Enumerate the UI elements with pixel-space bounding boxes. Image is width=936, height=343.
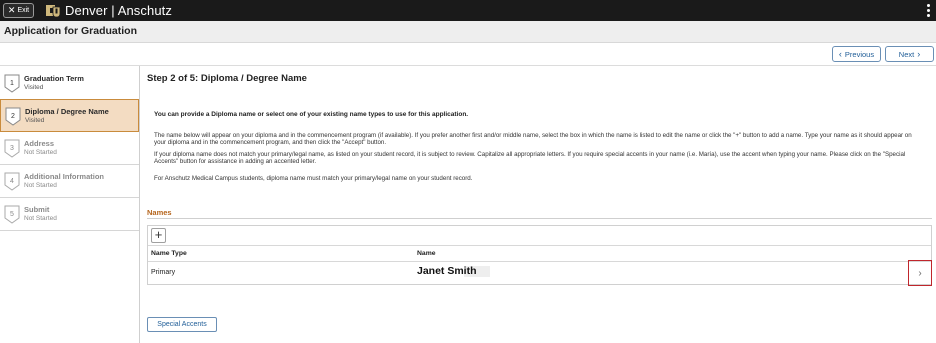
step-submit: 5 Submit Not Started <box>0 198 139 231</box>
step-status: Not Started <box>24 149 57 156</box>
step-title: Graduation Term <box>24 74 84 83</box>
exit-label: Exit <box>17 7 30 14</box>
step-title: Additional Information <box>24 172 104 181</box>
step-heading: Step 2 of 5: Diploma / Degree Name <box>147 73 307 84</box>
kebab-menu-icon[interactable] <box>926 4 930 17</box>
divider <box>148 261 931 262</box>
previous-label: Previous <box>844 49 875 59</box>
close-icon: ✕ <box>7 5 16 15</box>
svg-text:2: 2 <box>11 113 15 120</box>
step-status: Visited <box>25 117 45 124</box>
divider <box>0 65 936 66</box>
names-section-label: Names <box>147 208 172 217</box>
exit-button[interactable]: ✕ Exit <box>3 3 34 18</box>
instruction-paragraph: If your diploma name does not match your… <box>154 151 906 166</box>
brand-name: Denver | Anschutz <box>65 3 172 18</box>
instruction-paragraph: For Anschutz Medical Campus students, di… <box>154 175 473 182</box>
step-diploma-degree-name[interactable]: 2 Diploma / Degree Name Visited <box>0 99 139 132</box>
next-button[interactable]: Next › <box>885 46 934 62</box>
row-detail-button[interactable]: › <box>908 260 932 286</box>
names-table: + Name Type Name Primary Janet Smith › <box>147 225 932 286</box>
cell-name-type[interactable]: Primary <box>151 269 175 276</box>
step-status: Not Started <box>24 215 57 222</box>
step-list: 1 Graduation Term Visited 2 Diploma / De… <box>0 66 140 343</box>
column-header-name: Name <box>417 250 436 257</box>
chevron-right-icon: › <box>918 267 922 279</box>
chevron-left-icon: ‹ <box>838 48 842 59</box>
intro-text: You can provide a Diploma name or select… <box>154 111 469 118</box>
page-title: Application for Graduation <box>4 25 137 37</box>
step-status: Visited <box>24 84 44 91</box>
step-number-badge-icon: 3 <box>4 139 20 158</box>
svg-text:4: 4 <box>10 178 14 185</box>
svg-text:1: 1 <box>10 80 14 87</box>
step-title: Address <box>24 139 55 148</box>
step-status: Not Started <box>24 182 57 189</box>
divider <box>147 218 932 219</box>
next-label: Next <box>898 49 915 59</box>
step-number-badge-icon: 5 <box>4 205 20 224</box>
step-additional-information: 4 Additional Information Not Started <box>0 165 139 198</box>
step-title: Diploma / Degree Name <box>25 107 109 116</box>
special-accents-button[interactable]: Special Accents <box>147 317 217 332</box>
top-bar: ✕ Exit Denver | Anschutz <box>0 0 936 21</box>
step-graduation-term[interactable]: 1 Graduation Term Visited <box>0 67 139 100</box>
step-number-badge-icon: 4 <box>4 172 20 191</box>
cu-logo-icon <box>46 5 61 18</box>
step-number-badge-icon: 1 <box>4 74 20 93</box>
step-title: Submit <box>24 205 50 214</box>
svg-text:3: 3 <box>10 145 14 152</box>
add-name-button[interactable]: + <box>151 228 166 243</box>
step-address: 3 Address Not Started <box>0 132 139 165</box>
column-header-name-type: Name Type <box>151 250 187 257</box>
cell-name[interactable]: Janet Smith <box>417 265 481 277</box>
svg-text:5: 5 <box>10 211 14 218</box>
chevron-right-icon: › <box>917 48 921 59</box>
previous-button[interactable]: ‹ Previous <box>832 46 881 62</box>
step-number-badge-icon: 2 <box>5 107 21 126</box>
title-band: Application for Graduation <box>0 21 936 43</box>
instruction-paragraph: The name below will appear on your diplo… <box>154 132 912 147</box>
divider <box>148 245 931 246</box>
